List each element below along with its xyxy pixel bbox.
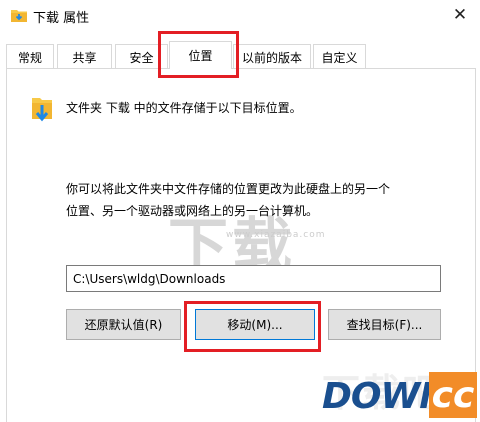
tab-general[interactable]: 常规 bbox=[6, 44, 54, 69]
tab-sharing[interactable]: 共享 bbox=[57, 44, 112, 69]
close-button[interactable]: ✕ bbox=[446, 2, 474, 28]
find-target-button[interactable]: 查找目标(F)... bbox=[328, 309, 441, 340]
location-description: 你可以将此文件夹中文件存储的位置更改为此硬盘上的另一个 位置、另一个驱动器或网络… bbox=[66, 178, 466, 222]
tab-customize[interactable]: 自定义 bbox=[313, 44, 366, 69]
folder-download-icon bbox=[32, 98, 52, 122]
location-header-text: 文件夹 下载 中的文件存储于以下目标位置。 bbox=[66, 101, 302, 115]
folder-download-icon bbox=[11, 10, 27, 22]
tab-security[interactable]: 安全 bbox=[115, 44, 168, 69]
tab-location[interactable]: 位置 bbox=[169, 41, 232, 69]
logo-cc-badge: cc bbox=[429, 372, 477, 418]
location-path-input[interactable] bbox=[66, 265, 441, 292]
move-button[interactable]: 移动(M)... bbox=[195, 309, 315, 340]
description-line-1: 你可以将此文件夹中文件存储的位置更改为此硬盘上的另一个 bbox=[66, 182, 391, 196]
close-icon: ✕ bbox=[452, 5, 468, 25]
watermark-url: www.xiazaiba.com bbox=[226, 230, 326, 240]
site-logo: 下载吧 DOWN. cc bbox=[322, 362, 480, 422]
tab-strip: 常规 共享 安全 位置 以前的版本 自定义 bbox=[0, 41, 480, 69]
tab-previous-versions[interactable]: 以前的版本 bbox=[233, 44, 311, 69]
description-line-2: 位置、另一个驱动器或网络上的另一台计算机。 bbox=[66, 204, 319, 218]
restore-default-button[interactable]: 还原默认值(R) bbox=[66, 309, 181, 340]
window-title: 下载 属性 bbox=[33, 11, 90, 26]
title-bar: 下载 属性 ✕ bbox=[0, 0, 480, 32]
